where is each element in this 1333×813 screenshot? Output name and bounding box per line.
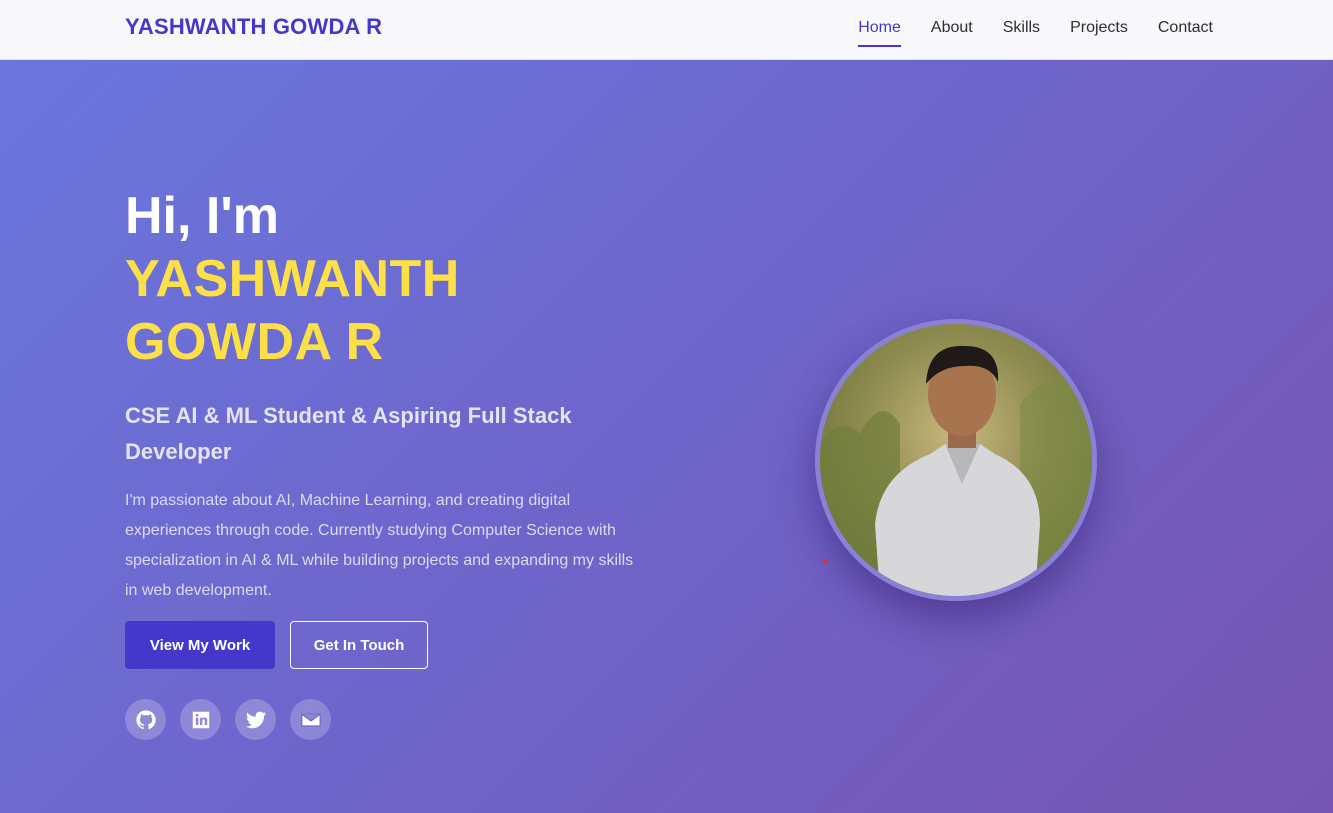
brand-logo[interactable]: YASHWANTH GOWDA R [125,14,382,40]
nav-link-contact[interactable]: Contact [1158,13,1213,47]
view-my-work-button[interactable]: View My Work [125,621,275,669]
cursor-dot [823,559,827,563]
nav-link-home[interactable]: Home [858,13,901,47]
profile-photo-illustration [820,324,1092,596]
email-icon[interactable] [290,699,331,740]
hero-name-line-1: YASHWANTH [125,250,460,308]
linkedin-icon[interactable] [180,699,221,740]
nav-link-about[interactable]: About [931,13,973,47]
hero-name-line-2: GOWDA R [125,313,384,371]
social-links [125,699,331,740]
nav-link-skills[interactable]: Skills [1003,13,1040,47]
hero-section: Hi, I'm YASHWANTH GOWDA R CSE AI & ML St… [0,60,1333,813]
nav-link-projects[interactable]: Projects [1070,13,1128,47]
get-in-touch-button[interactable]: Get In Touch [290,621,428,669]
hero-buttons: View My Work Get In Touch [125,621,428,669]
twitter-icon[interactable] [235,699,276,740]
hero-text: Hi, I'm YASHWANTH GOWDA R CSE AI & ML St… [125,185,655,606]
github-icon[interactable] [125,699,166,740]
hero-description: I'm passionate about AI, Machine Learnin… [125,492,634,599]
nav-links: Home About Skills Projects Contact [858,0,1213,60]
navbar: YASHWANTH GOWDA R Home About Skills Proj… [0,0,1333,60]
hero-greeting: Hi, I'm [125,187,279,245]
profile-photo [815,319,1097,601]
hero-tagline: CSE AI & ML Student & Aspiring Full Stac… [125,403,572,464]
